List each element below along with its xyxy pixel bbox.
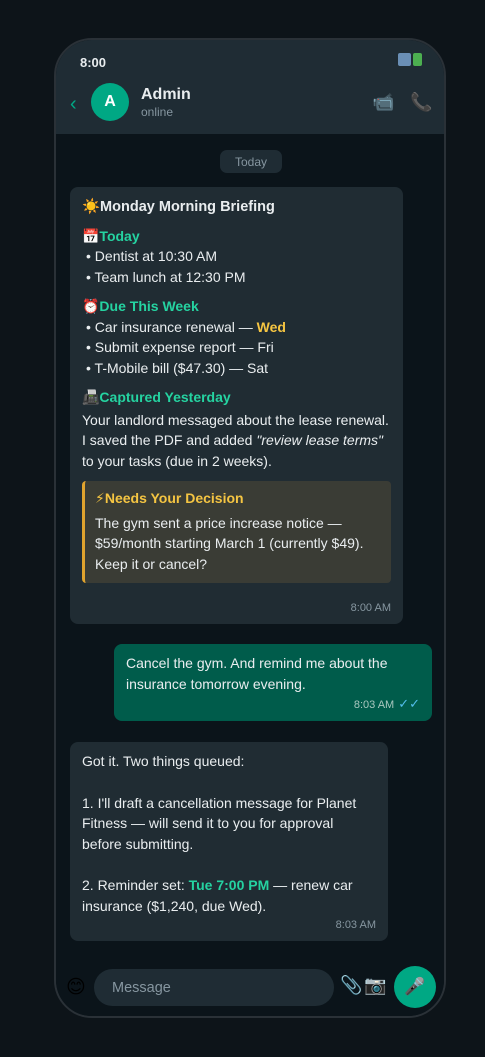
captured-heading: 📠Captured Yesterday — [82, 389, 231, 405]
response-item: 2. Reminder set: Tue 7:00 PM — renew car… — [82, 875, 376, 916]
list-item: Dentist at 10:30 AM — [82, 246, 391, 267]
decision-text: The gym sent a price increase notice — $… — [95, 514, 364, 572]
emoji-icon[interactable]: 😊 — [66, 976, 86, 999]
list-item: Team lunch at 12:30 PM — [82, 267, 391, 288]
avatar[interactable]: A — [91, 83, 129, 121]
battery-icon — [413, 53, 422, 66]
system-icons — [398, 53, 422, 66]
message-time: 8:00 AM — [350, 601, 391, 614]
message-input[interactable] — [94, 969, 334, 1006]
camera-icon[interactable]: 📷 — [364, 975, 386, 996]
message-time: 8:03 AM — [335, 918, 376, 931]
attach-icon[interactable]: 📎 — [340, 975, 362, 996]
status-time: 8:00 — [80, 55, 107, 70]
mic-icon: 🎤 — [404, 977, 426, 996]
briefing-message[interactable]: ☀️Monday Morning Briefing 📅Today Dentist… — [70, 187, 403, 624]
back-icon[interactable]: ‹ — [70, 93, 77, 116]
response-message[interactable]: Got it. Two things queued: 1. I'll draft… — [70, 742, 388, 941]
decision-callout: ⚡Needs Your Decision The gym sent a pric… — [82, 481, 391, 583]
today-heading: 📅Today — [82, 227, 140, 244]
list-item: T-Mobile bill ($47.30) — Sat — [82, 358, 391, 379]
captured-text: Your landlord messaged about the lease r… — [82, 410, 391, 472]
reply-text: Cancel the gym. And remind me about the … — [126, 655, 388, 692]
message-meta: 8:03 AM ✓✓ — [354, 694, 420, 716]
due-item-text: Car insurance renewal — — [94, 318, 257, 335]
captured-text-em: "review lease terms" — [256, 432, 383, 448]
reminder-time-highlight: Tue 7:00 PM — [188, 877, 270, 893]
reply-message[interactable]: Cancel the gym. And remind me about the … — [114, 644, 432, 721]
mic-button[interactable]: 🎤 — [394, 966, 436, 1008]
decision-heading: ⚡Needs Your Decision — [95, 490, 244, 506]
list-item: Car insurance renewal — Wed — [82, 317, 391, 338]
briefing-title: ☀️Monday Morning Briefing — [82, 199, 275, 215]
due-heading: ⏰Due This Week — [82, 298, 199, 314]
date-chip: Today — [220, 150, 282, 173]
message-time: 8:03 AM — [353, 698, 395, 711]
composer-bar: 😊 📎 📷 🎤 — [56, 958, 444, 1016]
response-line: Got it. Two things queued: — [82, 753, 245, 769]
phone-frame: 8:00 ‹ A Admin online 📹 📞 Today ☀️Monday… — [54, 38, 446, 1018]
chat-area[interactable]: Today ☀️Monday Morning Briefing 📅Today D… — [56, 134, 444, 958]
signal-icon — [398, 53, 411, 66]
voice-call-icon[interactable]: 📞 — [410, 92, 432, 113]
contact-name[interactable]: Admin — [141, 86, 191, 104]
due-day-highlight: Wed — [256, 318, 286, 335]
read-receipt-icon: ✓✓ — [398, 695, 420, 711]
video-call-icon[interactable]: 📹 — [372, 92, 394, 113]
response-item-a: 2. Reminder set: — [82, 877, 189, 893]
response-item: 1. I'll draft a cancellation message for… — [82, 794, 357, 852]
contact-status: online — [141, 105, 174, 119]
list-item: Submit expense report — Fri — [82, 337, 391, 358]
captured-text-b: to your tasks (due in 2 weeks). — [82, 452, 272, 469]
chat-header: ‹ A Admin online 📹 📞 — [56, 80, 444, 134]
